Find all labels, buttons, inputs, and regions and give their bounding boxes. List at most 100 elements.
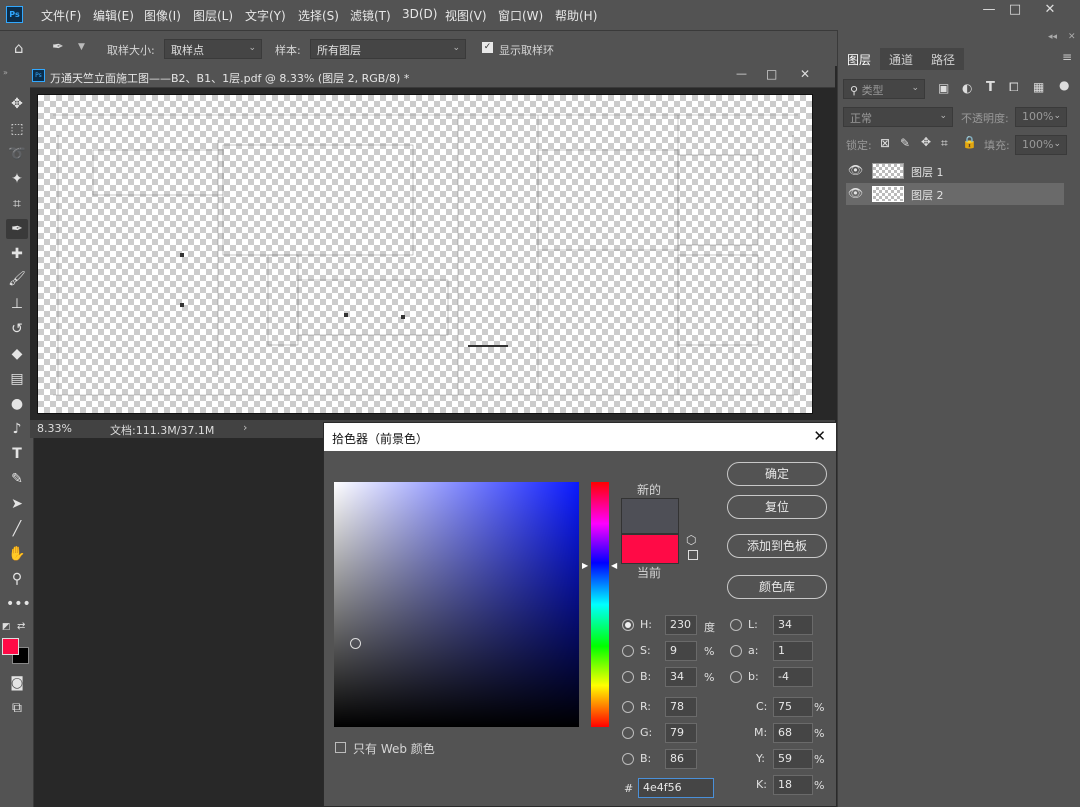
tab-channels[interactable]: 通道 <box>880 48 923 70</box>
lab-l-input[interactable]: 34 <box>773 615 813 635</box>
chevron-right-icon[interactable]: › <box>243 421 247 434</box>
hue-slider[interactable] <box>591 482 609 727</box>
add-to-swatches-button[interactable]: 添加到色板 <box>727 534 827 558</box>
swap-colors-icon[interactable]: ⇄ <box>17 621 25 632</box>
menu-file[interactable]: 文件(F) <box>41 7 81 24</box>
minimize-button[interactable]: — <box>975 2 1003 20</box>
layer-row-selected[interactable]: 👁 图层 2 <box>846 183 1064 205</box>
sample-select[interactable]: 所有图层 ⌄ <box>310 39 466 59</box>
filter-pixel-icon[interactable]: ▣ <box>938 81 949 95</box>
blur-tool-icon[interactable]: ● <box>6 394 28 414</box>
yellow-input[interactable]: 59 <box>773 749 813 769</box>
current-color-swatch[interactable] <box>621 534 679 564</box>
document-title[interactable]: 万通天竺立面施工图——B2、B1、1层.pdf @ 8.33% (图层 2, R… <box>50 70 409 86</box>
zoom-level[interactable]: 8.33% <box>37 422 72 435</box>
menu-view[interactable]: 视图(V) <box>445 7 487 24</box>
blue-radio[interactable] <box>622 753 634 765</box>
lock-position-icon[interactable]: ✥ <box>921 135 931 149</box>
hue-radio[interactable] <box>622 619 634 631</box>
layer-filter-select[interactable]: ⚲ 类型 ⌄ <box>843 79 925 99</box>
color-field[interactable] <box>334 482 579 727</box>
chevron-down-icon[interactable]: ▼ <box>78 42 85 52</box>
layer-name[interactable]: 图层 2 <box>911 187 944 203</box>
blue-input[interactable]: 86 <box>665 749 697 769</box>
menu-type[interactable]: 文字(Y) <box>245 7 286 24</box>
quick-mask-icon[interactable]: ◙ <box>6 673 28 693</box>
healing-brush-tool-icon[interactable]: ✚ <box>6 244 28 264</box>
red-radio[interactable] <box>622 701 634 713</box>
close-button[interactable]: ✕ <box>1036 2 1064 20</box>
magenta-input[interactable]: 68 <box>773 723 813 743</box>
filter-adjustment-icon[interactable]: ◐ <box>962 81 972 95</box>
eraser-tool-icon[interactable]: ◆ <box>6 344 28 364</box>
path-selection-tool-icon[interactable]: ➤ <box>6 494 28 514</box>
menu-layer[interactable]: 图层(L) <box>193 7 233 24</box>
collapse-panel-icon[interactable]: ◂◂ <box>1048 32 1057 42</box>
type-tool-icon[interactable]: T <box>6 444 28 464</box>
sample-size-select[interactable]: 取样点 ⌄ <box>164 39 262 59</box>
out-of-gamut-icon[interactable]: ⬡ <box>686 533 696 547</box>
filter-smart-object-icon[interactable]: ▦ <box>1033 80 1044 94</box>
brightness-input[interactable]: 34 <box>665 667 697 687</box>
clone-stamp-tool-icon[interactable]: ⊥ <box>6 294 28 314</box>
opacity-input[interactable]: 100% ⌄ <box>1015 107 1067 127</box>
tab-paths[interactable]: 路径 <box>922 48 965 70</box>
doc-minimize-button[interactable]: — <box>736 67 747 80</box>
lock-transparent-icon[interactable]: ⊠ <box>880 136 890 150</box>
gradient-tool-icon[interactable]: ▤ <box>6 369 28 389</box>
not-web-safe-icon[interactable] <box>688 550 698 560</box>
lasso-tool-icon[interactable]: ➰ <box>6 144 28 164</box>
menu-filter[interactable]: 滤镜(T) <box>350 7 391 24</box>
hex-input[interactable]: 4e4f56 <box>638 778 714 798</box>
lab-l-radio[interactable] <box>730 619 742 631</box>
lab-a-input[interactable]: 1 <box>773 641 813 661</box>
foreground-color-swatch[interactable] <box>2 638 19 655</box>
color-libraries-button[interactable]: 颜色库 <box>727 575 827 599</box>
doc-close-button[interactable]: ✕ <box>800 67 810 81</box>
cyan-input[interactable]: 75 <box>773 697 813 717</box>
line-tool-icon[interactable]: ╱ <box>6 519 28 539</box>
green-input[interactable]: 79 <box>665 723 697 743</box>
hand-tool-icon[interactable]: ✋ <box>6 544 28 564</box>
menu-select[interactable]: 选择(S) <box>298 7 339 24</box>
menu-help[interactable]: 帮助(H) <box>555 7 597 24</box>
history-brush-tool-icon[interactable]: ↺ <box>6 319 28 339</box>
close-panel-icon[interactable]: ✕ <box>1068 32 1076 42</box>
hue-slider-left-arrow-icon[interactable]: ▶ <box>582 561 588 570</box>
default-colors-icon[interactable]: ◩ <box>2 622 11 632</box>
maximize-button[interactable]: □ <box>1001 2 1029 20</box>
layer-row[interactable]: 👁 图层 1 <box>846 160 1064 182</box>
layer-name[interactable]: 图层 1 <box>911 164 944 180</box>
brightness-radio[interactable] <box>622 671 634 683</box>
black-input[interactable]: 18 <box>773 775 813 795</box>
screen-mode-icon[interactable]: ⧉ <box>6 698 28 718</box>
blend-mode-select[interactable]: 正常 ⌄ <box>843 107 953 127</box>
show-ring-checkbox[interactable]: ✓ <box>482 42 493 53</box>
saturation-input[interactable]: 9 <box>665 641 697 661</box>
fill-input[interactable]: 100% ⌄ <box>1015 135 1067 155</box>
doc-maximize-button[interactable]: □ <box>766 67 777 81</box>
lab-a-radio[interactable] <box>730 645 742 657</box>
green-radio[interactable] <box>622 727 634 739</box>
dodge-tool-icon[interactable]: ♪ <box>6 419 28 439</box>
pen-tool-icon[interactable]: ✎ <box>6 469 28 489</box>
web-colors-checkbox[interactable] <box>335 742 346 753</box>
menu-window[interactable]: 窗口(W) <box>498 7 543 24</box>
tab-layers[interactable]: 图层 <box>838 48 881 70</box>
saturation-radio[interactable] <box>622 645 634 657</box>
eyedropper-preset-icon[interactable]: ✒ <box>52 39 64 55</box>
eye-icon[interactable]: 👁 <box>848 186 863 200</box>
reset-button[interactable]: 复位 <box>727 495 827 519</box>
panel-menu-icon[interactable]: ≡ <box>1062 50 1072 64</box>
eyedropper-tool-icon[interactable]: ✒ <box>6 219 28 239</box>
menu-image[interactable]: 图像(I) <box>144 7 181 24</box>
brush-tool-icon[interactable]: 🖌 <box>6 269 28 289</box>
marquee-tool-icon[interactable]: ⬚ <box>6 119 28 139</box>
magic-wand-tool-icon[interactable]: ✦ <box>6 169 28 189</box>
lab-b-input[interactable]: -4 <box>773 667 813 687</box>
lock-artboard-icon[interactable]: ⌗ <box>941 136 948 151</box>
ok-button[interactable]: 确定 <box>727 462 827 486</box>
more-tools-icon[interactable]: ••• <box>6 594 31 614</box>
eye-icon[interactable]: 👁 <box>848 163 863 177</box>
hue-slider-right-arrow-icon[interactable]: ◀ <box>611 561 617 570</box>
